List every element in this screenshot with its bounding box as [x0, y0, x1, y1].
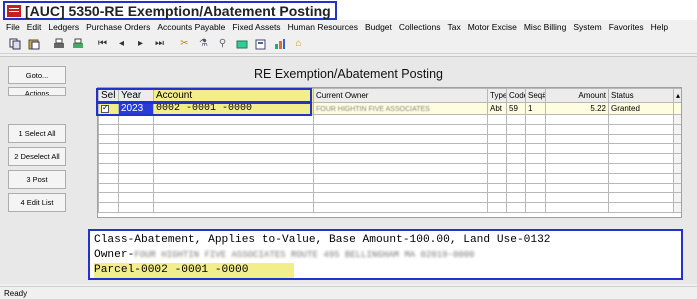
- menu-file[interactable]: File: [6, 22, 20, 32]
- select-checkbox[interactable]: [98, 102, 119, 115]
- table-row[interactable]: [98, 172, 681, 184]
- column-header-amount[interactable]: Amount: [545, 88, 609, 103]
- cell-type[interactable]: Abt: [487, 102, 507, 115]
- table-row[interactable]: [98, 153, 681, 164]
- checkmark-icon: [101, 104, 109, 113]
- goto-button[interactable]: Goto...: [8, 66, 66, 84]
- chart-icon[interactable]: [273, 38, 286, 50]
- deselect-all-button[interactable]: 2 Deselect All: [8, 147, 66, 166]
- export-icon[interactable]: [254, 38, 267, 50]
- menu-motor-excise[interactable]: Motor Excise: [468, 22, 517, 32]
- column-header-owner[interactable]: Current Owner: [313, 88, 488, 103]
- menu-tax[interactable]: Tax: [447, 22, 460, 32]
- previous-record-icon[interactable]: ◂: [115, 38, 128, 50]
- form-title: RE Exemption/Abatement Posting: [254, 67, 443, 81]
- table-row[interactable]: [98, 114, 681, 125]
- menu-ledgers[interactable]: Ledgers: [48, 22, 79, 32]
- grid-header-row: Sel Year Account Current Owner Type Code…: [98, 88, 681, 103]
- cell-owner[interactable]: FOUR HIGHTIN FIVE ASSOCIATES: [313, 102, 488, 115]
- tools-icon[interactable]: ✂: [178, 38, 191, 50]
- email-icon[interactable]: [235, 38, 248, 50]
- column-header-sel[interactable]: Sel: [98, 88, 119, 103]
- cell-account[interactable]: 0002 -0001 -0000: [153, 102, 314, 115]
- title-bar: [AUC] 5350-RE Exemption/Abatement Postin…: [0, 0, 697, 20]
- toolbar: ⏮ ◂ ▸ ⏭ ✂ ⚗ ⚲ ⌂: [0, 34, 697, 54]
- copy-icon[interactable]: [8, 38, 21, 50]
- cell-status[interactable]: Granted: [608, 102, 674, 115]
- info-parcel-line: Parcel-0002 -0001 -0000: [94, 263, 677, 278]
- status-bar: Ready: [0, 286, 697, 299]
- menu-collections[interactable]: Collections: [399, 22, 441, 32]
- post-button[interactable]: 3 Post: [8, 170, 66, 189]
- window-title: [AUC] 5350-RE Exemption/Abatement Postin…: [25, 2, 331, 19]
- parcel-value: Parcel-0002 -0001 -0000: [94, 263, 295, 278]
- column-header-code[interactable]: Code: [506, 88, 526, 103]
- column-header-status[interactable]: Status: [608, 88, 674, 103]
- column-header-year[interactable]: Year: [118, 88, 154, 103]
- menu-budget[interactable]: Budget: [365, 22, 392, 32]
- menu-accounts-payable[interactable]: Accounts Payable: [157, 22, 225, 32]
- scroll-up-icon[interactable]: ▴: [673, 88, 681, 103]
- status-text: Ready: [4, 288, 28, 298]
- cell-amount[interactable]: 5.22: [545, 102, 609, 115]
- menu-fixed-assets[interactable]: Fixed Assets: [232, 22, 280, 32]
- table-row[interactable]: [98, 133, 681, 145]
- table-row[interactable]: 2023 0002 -0001 -0000 FOUR HIGHTIN FIVE …: [98, 102, 681, 115]
- owner-redacted-value: FOUR HIGHTIN FIVE ASSOCIATES ROUTE 495 B…: [134, 250, 475, 260]
- edit-list-button[interactable]: 4 Edit List: [8, 193, 66, 212]
- home-icon[interactable]: ⌂: [292, 38, 305, 50]
- menu-human-resources[interactable]: Human Resources: [288, 22, 358, 32]
- exemption-grid[interactable]: Sel Year Account Current Owner Type Code…: [97, 87, 682, 218]
- table-row[interactable]: [98, 162, 681, 174]
- main-panel: RE Exemption/Abatement Posting Goto... A…: [0, 56, 697, 284]
- filter-icon[interactable]: ⚗: [197, 38, 210, 50]
- menu-system[interactable]: System: [573, 22, 601, 32]
- info-owner-line: Owner-FOUR HIGHTIN FIVE ASSOCIATES ROUTE…: [94, 248, 677, 263]
- search-icon[interactable]: ⚲: [216, 38, 229, 50]
- print-preview-icon[interactable]: [71, 38, 84, 50]
- table-row[interactable]: [98, 192, 681, 204]
- next-record-icon[interactable]: ▸: [134, 38, 147, 50]
- print-icon[interactable]: [52, 38, 65, 50]
- paste-icon[interactable]: [27, 38, 40, 50]
- menu-purchase-orders[interactable]: Purchase Orders: [86, 22, 150, 32]
- column-header-account[interactable]: Account: [153, 88, 314, 103]
- menu-misc-billing[interactable]: Misc Billing: [524, 22, 567, 32]
- scrollbar-track[interactable]: [673, 102, 681, 115]
- owner-label: Owner-: [94, 249, 135, 261]
- column-header-type[interactable]: Type: [487, 88, 507, 103]
- actions-button[interactable]: Actions: [8, 87, 66, 96]
- table-row[interactable]: [98, 123, 681, 135]
- info-panel: Class-Abatement, Applies to-Value, Base …: [88, 229, 683, 280]
- menu-bar: File Edit Ledgers Purchase Orders Accoun…: [0, 20, 697, 34]
- last-record-icon[interactable]: ⏭: [153, 38, 166, 50]
- menu-edit[interactable]: Edit: [27, 22, 42, 32]
- select-all-button[interactable]: 1 Select All: [8, 124, 66, 143]
- cell-year[interactable]: 2023: [118, 102, 154, 115]
- menu-help[interactable]: Help: [651, 22, 668, 32]
- menu-favorites[interactable]: Favorites: [609, 22, 644, 32]
- first-record-icon[interactable]: ⏮: [96, 38, 109, 50]
- table-row[interactable]: [98, 182, 681, 194]
- cell-code[interactable]: 59: [506, 102, 526, 115]
- info-class-line: Class-Abatement, Applies to-Value, Base …: [94, 234, 551, 246]
- table-row[interactable]: [98, 143, 681, 155]
- column-header-seq[interactable]: Seq#: [525, 88, 546, 103]
- cell-seq[interactable]: 1: [525, 102, 546, 115]
- table-row[interactable]: [98, 202, 681, 213]
- app-icon: [7, 4, 21, 17]
- owner-redacted-text: FOUR HIGHTIN FIVE ASSOCIATES: [316, 106, 430, 113]
- window-title-highlight: [AUC] 5350-RE Exemption/Abatement Postin…: [3, 1, 337, 20]
